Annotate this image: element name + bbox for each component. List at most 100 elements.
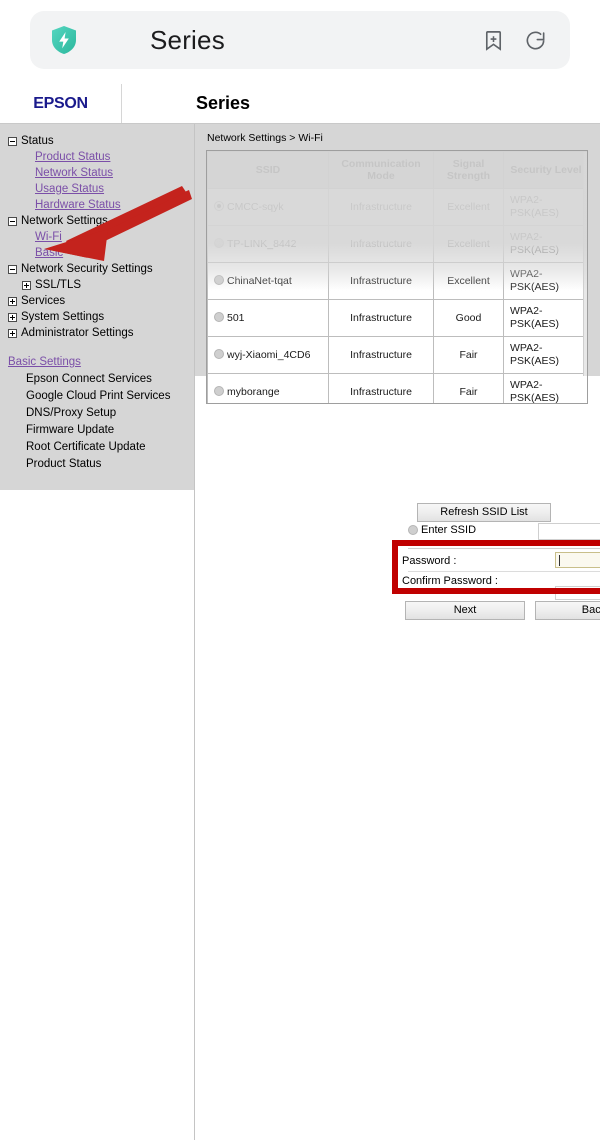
ssid-cell[interactable]: wyj-Xiaomi_4CD6: [207, 336, 329, 374]
form-divider-mid: [408, 571, 600, 572]
signal-cell: Fair: [433, 373, 504, 403]
next-button[interactable]: Next: [405, 601, 525, 620]
collapse-toggle-icon[interactable]: [8, 264, 17, 274]
sidebar-basic-item[interactable]: Firmware Update: [8, 422, 194, 439]
screenshot-root: Series EPSON Series Status Product Statu…: [0, 0, 600, 1140]
table-row[interactable]: wyj-Xiaomi_4CD6 Infrastructure Fair WPA2-PS…: [207, 336, 587, 374]
sidebar-link-label[interactable]: Wi-Fi: [35, 229, 62, 245]
sidebar-item-services[interactable]: Services: [8, 293, 194, 309]
table-row[interactable]: CMCC-sqyk Infrastructure Excellent WPA2-PSK…: [207, 188, 587, 226]
sidebar-basic-item[interactable]: Google Cloud Print Services: [8, 388, 194, 405]
sidebar-item-wi-fi[interactable]: Wi-Fi: [8, 229, 194, 245]
sidebar-link-label[interactable]: Basic: [35, 245, 63, 261]
back-button[interactable]: Back: [535, 601, 600, 620]
sidebar-item-basic[interactable]: Basic: [8, 245, 194, 261]
ssid-cell[interactable]: myborange: [207, 373, 329, 403]
ssid-table-container[interactable]: SSID Communication Mode Signal Strength Secur…: [206, 150, 588, 404]
sidebar-item-status[interactable]: Status: [8, 133, 194, 149]
enter-ssid-input[interactable]: [538, 523, 600, 540]
sidebar-link-basic-settings[interactable]: Basic Settings: [8, 354, 194, 371]
mode-cell: Infrastructure: [328, 188, 434, 226]
expand-toggle-icon[interactable]: [8, 296, 17, 306]
table-row[interactable]: TP-LINK_8442 Infrastructure Excellent WPA2-…: [207, 225, 587, 263]
security-cell: WPA2-PSK(AES): [503, 373, 587, 403]
mode-cell: Infrastructure: [328, 225, 434, 263]
sidebar-basic-item[interactable]: DNS/Proxy Setup: [8, 405, 194, 422]
ssid-name: wyj-Xiaomi_4CD6: [227, 348, 311, 361]
sidebar-item-label: Services: [21, 295, 66, 307]
bookmark-add-icon[interactable]: [480, 27, 506, 53]
sidebar: Status Product Status Network Status Usage …: [0, 124, 194, 490]
sidebar-link-label[interactable]: Network Status: [35, 165, 113, 181]
sidebar-item-network-security-settings[interactable]: Network Security Settings: [8, 261, 194, 277]
ssid-cell[interactable]: ChinaNet-tqat: [207, 262, 329, 300]
refresh-ssid-list-button[interactable]: Refresh SSID List: [417, 503, 551, 522]
ssid-cell[interactable]: TP-LINK_8442: [207, 225, 329, 263]
ssid-radio[interactable]: [214, 385, 224, 396]
sidebar-link-label[interactable]: Usage Status: [35, 181, 104, 197]
app-series-title: Series: [196, 93, 251, 113]
sidebar-item-label: SSL/TLS: [35, 279, 82, 291]
expand-toggle-icon[interactable]: [22, 280, 31, 290]
page-title: Series: [150, 24, 225, 55]
security-cell: WPA2-PSK(AES): [503, 225, 587, 263]
address-bar[interactable]: Series: [30, 11, 570, 69]
sidebar-link-label[interactable]: Hardware Status: [35, 197, 121, 213]
sidebar-item-usage-status[interactable]: Usage Status: [8, 181, 194, 197]
breadcrumb: Network Settings > Wi-Fi: [207, 132, 323, 144]
ssid-radio[interactable]: [214, 311, 224, 322]
sidebar-item-label: Status: [21, 135, 54, 147]
epson-logo-cell: EPSON: [0, 84, 122, 123]
password-input[interactable]: [555, 552, 600, 568]
table-header-cell: Signal Strength: [433, 151, 504, 189]
security-cell: WPA2-PSK(AES): [503, 299, 587, 337]
enter-ssid-radio[interactable]: [408, 525, 418, 535]
ssid-cell[interactable]: 501: [207, 299, 329, 337]
sidebar-item-ssl-tls[interactable]: SSL/TLS: [8, 277, 194, 293]
ssid-radio[interactable]: [214, 274, 224, 285]
text-caret: [559, 554, 560, 566]
reload-icon[interactable]: [522, 27, 548, 53]
table-row[interactable]: ChinaNet-tqat Infrastructure Excellent WPA2…: [207, 262, 587, 300]
sidebar-item-label: Network Settings: [21, 215, 108, 227]
app-body: Status Product Status Network Status Usage …: [0, 124, 600, 1140]
mode-cell: Infrastructure: [328, 262, 434, 300]
expand-toggle-icon[interactable]: [8, 312, 17, 322]
shield-lightning-icon: [50, 25, 78, 55]
table-row[interactable]: 501 Infrastructure Good WPA2-PSK(AES): [207, 299, 587, 337]
sidebar-item-network-settings[interactable]: Network Settings: [8, 213, 194, 229]
sidebar-item-label: Administrator Settings: [21, 327, 134, 339]
sidebar-item-label: System Settings: [21, 311, 105, 323]
table-header-cell: Security Level: [503, 151, 587, 189]
sidebar-link-label[interactable]: Product Status: [35, 149, 110, 165]
ssid-radio[interactable]: [214, 200, 224, 211]
table-header-text: Security Level: [510, 164, 582, 176]
sidebar-item-network-status[interactable]: Network Status: [8, 165, 194, 181]
signal-cell: Good: [433, 299, 504, 337]
sidebar-item-system-settings[interactable]: System Settings: [8, 309, 194, 325]
sidebar-item-product-status[interactable]: Product Status: [8, 149, 194, 165]
enter-ssid-row: Enter SSID: [408, 524, 476, 536]
table-row[interactable]: myborange Infrastructure Fair WPA2-PSK(AES): [207, 373, 587, 403]
ssid-name: 501: [227, 311, 245, 324]
collapse-toggle-icon[interactable]: [8, 136, 17, 146]
ssid-radio[interactable]: [214, 348, 224, 359]
sidebar-basic-item[interactable]: Epson Connect Services: [8, 371, 194, 388]
collapse-toggle-icon[interactable]: [8, 216, 17, 226]
signal-cell: Excellent: [433, 225, 504, 263]
confirm-password-input[interactable]: [555, 586, 600, 600]
expand-toggle-icon[interactable]: [8, 328, 17, 338]
signal-cell: Fair: [433, 336, 504, 374]
enter-ssid-label: Enter SSID: [421, 524, 477, 536]
ssid-cell[interactable]: CMCC-sqyk: [207, 188, 329, 226]
sidebar-basic-item[interactable]: Product Status: [8, 456, 194, 473]
sidebar-item-administrator-settings[interactable]: Administrator Settings: [8, 325, 194, 341]
mode-cell: Infrastructure: [328, 299, 434, 337]
ssid-radio[interactable]: [214, 237, 224, 248]
table-header-text: Signal: [452, 158, 485, 170]
sidebar-basic-settings-list: Epson Connect Services Google Cloud Print…: [8, 371, 194, 473]
security-cell: WPA2-PSK(AES): [503, 262, 587, 300]
sidebar-item-hardware-status[interactable]: Hardware Status: [8, 197, 194, 213]
sidebar-basic-item[interactable]: Root Certificate Update: [8, 439, 194, 456]
signal-cell: Excellent: [433, 188, 504, 226]
